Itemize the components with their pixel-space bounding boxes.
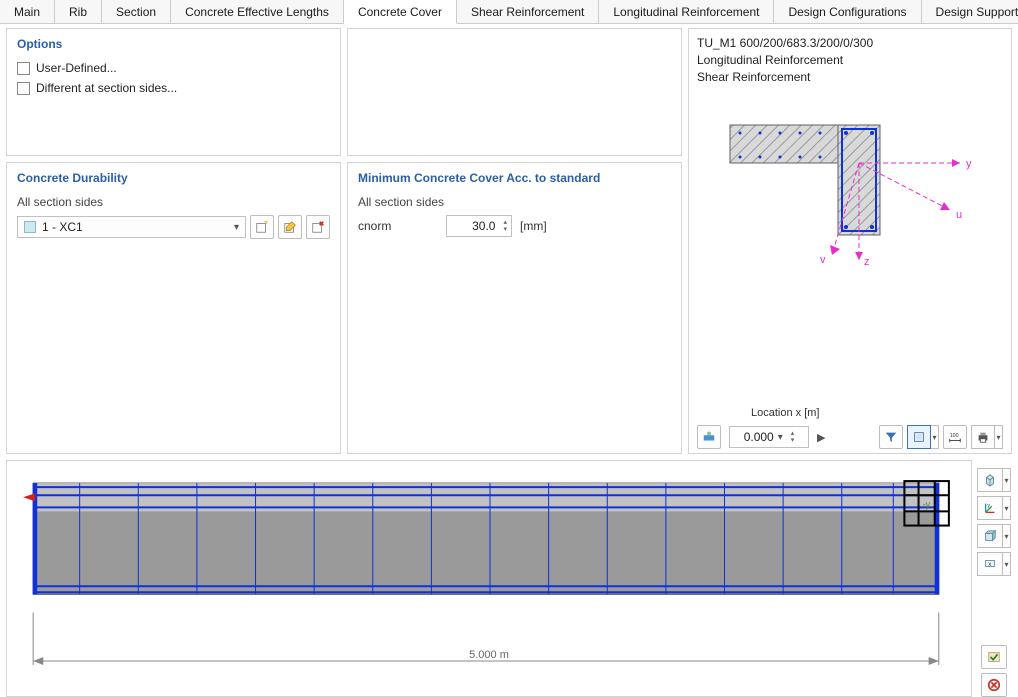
- cancel-button[interactable]: [981, 673, 1007, 697]
- min-cover-subtitle: All section sides: [358, 195, 671, 209]
- swatch-icon: [24, 221, 36, 233]
- svg-text:-y: -y: [923, 499, 931, 509]
- durability-delete-button[interactable]: [306, 215, 330, 239]
- nav-cube-button[interactable]: [977, 524, 1003, 548]
- durability-new-button[interactable]: [250, 215, 274, 239]
- tab-rib[interactable]: Rib: [55, 0, 102, 23]
- min-cover-panel: Minimum Concrete Cover Acc. to standard …: [347, 162, 682, 454]
- checkbox-different-sides[interactable]: Different at section sides...: [17, 81, 330, 95]
- view-3d-button[interactable]: [977, 468, 1003, 492]
- svg-text:z: z: [864, 256, 870, 268]
- x-view-button[interactable]: x: [977, 552, 1003, 576]
- location-title: Location x [m]: [751, 407, 819, 419]
- print-menu[interactable]: ▾: [995, 425, 1003, 449]
- location-spinner[interactable]: 0.000 ▾ ▴▾: [729, 426, 809, 448]
- durability-panel: Concrete Durability All section sides 1 …: [6, 162, 341, 454]
- tab-bar: Main Rib Section Concrete Effective Leng…: [0, 0, 1018, 24]
- filter-button[interactable]: [879, 425, 903, 449]
- spinner-arrows-icon: ▴▾: [503, 219, 507, 233]
- checkbox-user-defined[interactable]: User-Defined...: [17, 61, 330, 75]
- preview-panel: TU_M1 600/200/683.3/200/0/300 Longitudin…: [688, 28, 1012, 454]
- chevron-down-icon: ▾: [778, 432, 783, 443]
- durability-subtitle: All section sides: [17, 195, 330, 209]
- beam-panel: -y 5.000 m: [6, 460, 972, 697]
- cnorm-spinner[interactable]: 30.0 ▴▾: [446, 215, 512, 237]
- svg-text:v: v: [820, 254, 826, 266]
- cnorm-label: cnorm: [358, 219, 438, 233]
- svg-text:y: y: [966, 158, 972, 170]
- axes-button[interactable]: y: [977, 496, 1003, 520]
- durability-dropdown[interactable]: 1 - XC1 ▾: [17, 216, 246, 238]
- checkbox-icon: [17, 82, 30, 95]
- cover-empty-panel: [347, 28, 682, 156]
- svg-text:100: 100: [950, 433, 959, 439]
- tab-concrete-cover[interactable]: Concrete Cover: [344, 0, 457, 24]
- x-view-menu[interactable]: ▾: [1003, 552, 1011, 576]
- dimensions-button[interactable]: 100: [943, 425, 967, 449]
- tab-longitudinal-reinforcement[interactable]: Longitudinal Reinforcement: [599, 0, 774, 23]
- display-mode-button[interactable]: [907, 425, 931, 449]
- beam-length-label: 5.000 m: [469, 649, 509, 661]
- cnorm-unit: [mm]: [520, 219, 547, 233]
- tab-shear-reinforcement[interactable]: Shear Reinforcement: [457, 0, 599, 23]
- tab-design-config[interactable]: Design Configurations: [774, 0, 921, 23]
- tab-design-supports[interactable]: Design Supports & Deflection: [922, 0, 1018, 23]
- beam-side-toolbar: ▾ y ▾ ▾ x ▾: [976, 460, 1012, 697]
- pick-location-button[interactable]: [697, 425, 721, 449]
- tab-effective-lengths[interactable]: Concrete Effective Lengths: [171, 0, 344, 23]
- spinner-arrows-icon: ▴▾: [791, 430, 795, 444]
- min-cover-title: Minimum Concrete Cover Acc. to standard: [358, 171, 671, 185]
- options-panel: Options User-Defined... Different at sec…: [6, 28, 341, 156]
- checkbox-icon: [17, 62, 30, 75]
- preview-info: TU_M1 600/200/683.3/200/0/300 Longitudin…: [697, 35, 1003, 85]
- print-button[interactable]: [971, 425, 995, 449]
- location-next-button[interactable]: ▶: [817, 431, 825, 444]
- section-drawing: y u v z: [697, 85, 1003, 407]
- tab-main[interactable]: Main: [0, 0, 55, 23]
- svg-text:u: u: [956, 209, 962, 221]
- svg-text:y: y: [987, 503, 990, 509]
- durability-title: Concrete Durability: [17, 171, 330, 185]
- axes-menu[interactable]: ▾: [1003, 496, 1011, 520]
- durability-edit-button[interactable]: [278, 215, 302, 239]
- tab-section[interactable]: Section: [102, 0, 171, 23]
- ok-button[interactable]: [981, 645, 1007, 669]
- nav-cube-menu[interactable]: ▾: [1003, 524, 1011, 548]
- chevron-down-icon: ▾: [234, 222, 239, 233]
- options-title: Options: [17, 37, 330, 51]
- view-3d-menu[interactable]: ▾: [1003, 468, 1011, 492]
- svg-text:x: x: [988, 561, 991, 568]
- display-mode-menu[interactable]: ▾: [931, 425, 939, 449]
